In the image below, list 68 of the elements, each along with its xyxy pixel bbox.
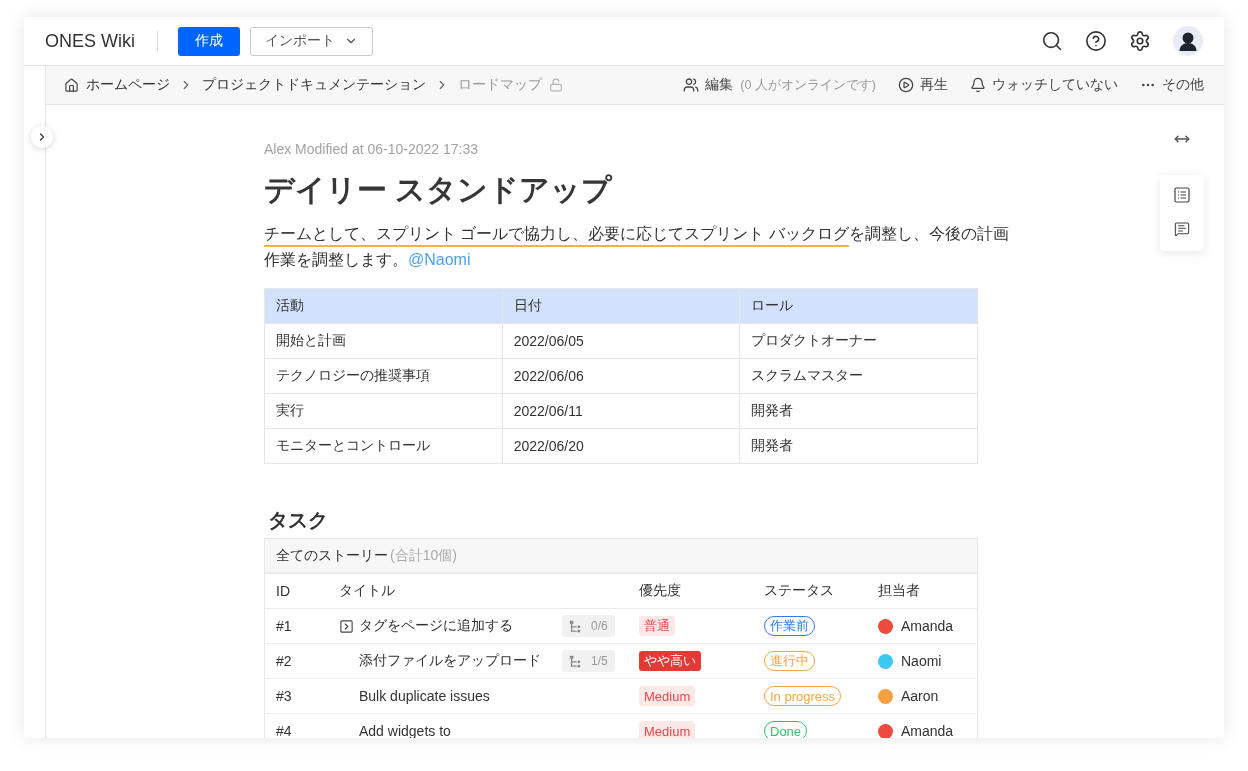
watch-button[interactable]: ウォッチしていない bbox=[970, 76, 1118, 94]
assignee-name: Aaron bbox=[901, 688, 939, 704]
column-header: 担当者 bbox=[877, 582, 921, 600]
user-avatar-icon[interactable] bbox=[1173, 26, 1203, 56]
table-header-cell: 活動 bbox=[265, 289, 503, 324]
column-header: タイトル bbox=[338, 582, 396, 600]
bell-icon bbox=[970, 77, 986, 93]
people-icon bbox=[683, 77, 700, 93]
play-button[interactable]: 再生 bbox=[898, 76, 948, 94]
table-cell: 2022/06/05 bbox=[502, 324, 741, 359]
table-cell: テクノロジーの推奨事項 bbox=[265, 359, 503, 394]
priority-tag: 普通 bbox=[639, 616, 675, 636]
table-cell: モニターとコントロール bbox=[265, 429, 503, 464]
breadcrumb-link[interactable]: プロジェクトドキュメンテーション bbox=[202, 76, 426, 94]
app-logo-text: ONES Wiki bbox=[45, 30, 135, 52]
sidebar-toggle-button[interactable] bbox=[31, 126, 53, 148]
help-icon[interactable] bbox=[1085, 30, 1107, 52]
task-title: Add widgets to bbox=[359, 723, 452, 738]
section-heading: タスク bbox=[267, 508, 329, 533]
task-title: タグをページに追加する bbox=[359, 617, 514, 635]
table-cell: 2022/06/11 bbox=[502, 394, 741, 429]
subtask-tree-icon bbox=[569, 619, 582, 633]
table-cell: 開始と計画 bbox=[265, 324, 503, 359]
home-icon bbox=[64, 77, 79, 93]
task-title: 添付ファイルをアップロード bbox=[359, 652, 542, 670]
assignee-name: Amanda bbox=[901, 618, 954, 634]
column-header: ID bbox=[275, 583, 291, 599]
count-text: (合計10個) bbox=[390, 546, 457, 565]
task-title: Bulk duplicate issues bbox=[359, 688, 491, 704]
assignee-name: Amanda bbox=[901, 723, 954, 738]
table-cell: プロダクトオーナー bbox=[740, 324, 978, 359]
table-cell-text: #3 bbox=[275, 688, 293, 704]
subtask-count-text: 0/6 bbox=[591, 619, 608, 633]
settings-icon[interactable] bbox=[1129, 30, 1151, 52]
breadcrumb-link[interactable]: ホームページ bbox=[64, 76, 170, 94]
subtask-tree-icon bbox=[569, 654, 582, 668]
table-cell: スクラムマスター bbox=[740, 359, 978, 394]
subtask-count-text: 1/5 bbox=[591, 654, 608, 668]
table-header-cell: 日付 bbox=[502, 289, 741, 324]
table-header-cell: ロール bbox=[740, 289, 978, 324]
online-count-text: (0 人がオンラインです) bbox=[740, 76, 876, 94]
edit-button[interactable]: 編集 bbox=[683, 76, 734, 94]
list-icon[interactable] bbox=[1174, 187, 1190, 203]
comment-icon[interactable] bbox=[1174, 221, 1190, 237]
priority-tag: やや高い bbox=[639, 651, 701, 671]
description-text: チームとして、スプリント ゴールで協力し、必要に応じてスプリント バックログを調整し、今後の計画作業を調整します。@Naomi bbox=[264, 224, 1010, 270]
modified-info-text: Alex Modified at 06-10-2022 17:33 bbox=[264, 140, 480, 159]
table-cell-text: #2 bbox=[275, 653, 293, 669]
table-cell-text: #4 bbox=[275, 723, 293, 738]
table-cell: 開発者 bbox=[740, 394, 978, 429]
priority-tag: Medium bbox=[639, 721, 696, 738]
table-cell: 開発者 bbox=[740, 429, 978, 464]
search-icon[interactable] bbox=[1041, 30, 1063, 52]
more-button[interactable]: その他 bbox=[1140, 76, 1204, 94]
priority-tag: Medium bbox=[639, 686, 696, 706]
import-dropdown-button[interactable]: インポート bbox=[250, 26, 373, 56]
page-title: デイリー スタンドアップ bbox=[264, 172, 614, 208]
table-cell-text: #1 bbox=[275, 618, 293, 634]
create-button[interactable]: 作成 bbox=[178, 26, 240, 56]
column-header: 優先度 bbox=[638, 582, 682, 600]
view-name-text: 全てのストーリー bbox=[276, 546, 388, 565]
table-cell: 2022/06/06 bbox=[502, 359, 741, 394]
table-cell: 実行 bbox=[265, 394, 503, 429]
expand-toggle-icon[interactable] bbox=[339, 618, 354, 634]
assignee-name: Naomi bbox=[901, 653, 942, 669]
play-icon bbox=[898, 77, 914, 93]
column-header: ステータス bbox=[763, 582, 835, 600]
table-cell: 2022/06/20 bbox=[502, 429, 741, 464]
